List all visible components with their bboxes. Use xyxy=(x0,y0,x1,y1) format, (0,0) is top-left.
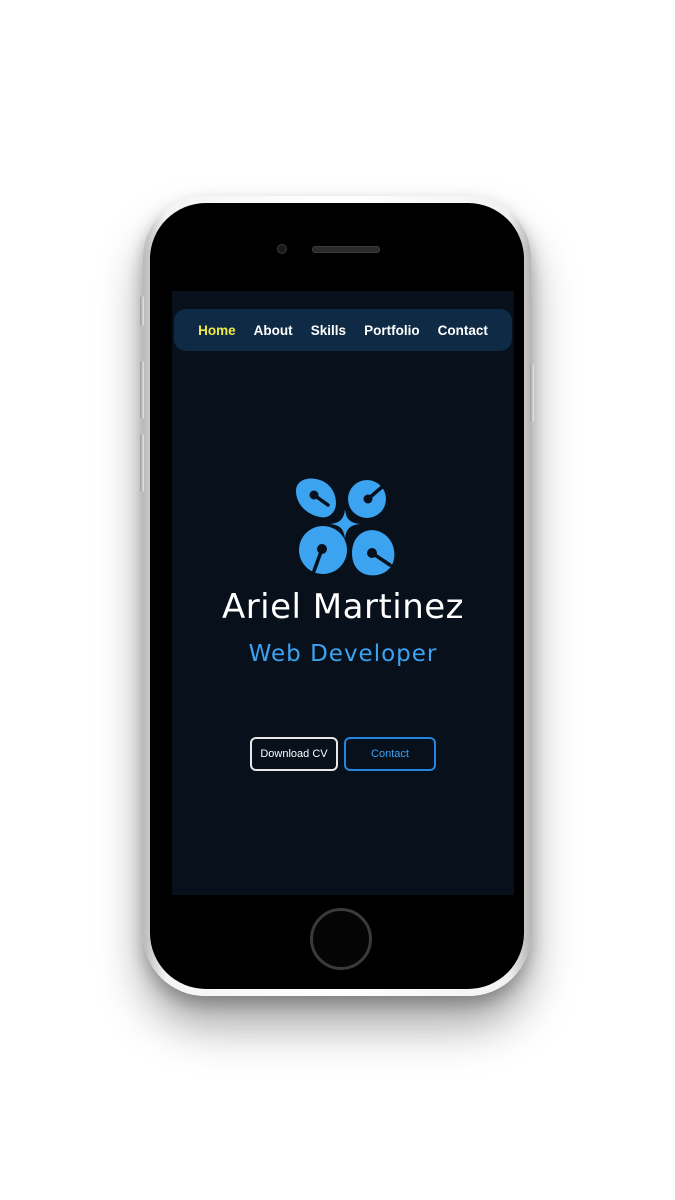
phone-bezel: Home About Skills Portfolio Contact Arie… xyxy=(150,203,524,989)
volume-up-button xyxy=(140,361,144,419)
contact-button[interactable]: Contact xyxy=(344,737,436,771)
nav-contact[interactable]: Contact xyxy=(438,323,488,338)
hero-role: Web Developer xyxy=(248,641,438,667)
hero-actions: Download CV Contact xyxy=(172,737,514,771)
download-cv-button[interactable]: Download CV xyxy=(250,737,338,771)
front-camera-icon xyxy=(277,244,287,254)
mute-switch xyxy=(140,296,144,326)
power-button xyxy=(530,364,534,422)
nav-portfolio[interactable]: Portfolio xyxy=(364,323,420,338)
earpiece-speaker xyxy=(312,246,380,253)
home-button[interactable] xyxy=(310,908,372,970)
phone-screen: Home About Skills Portfolio Contact Arie… xyxy=(172,291,514,895)
nav-about[interactable]: About xyxy=(254,323,293,338)
four-petal-circuit-logo-icon xyxy=(296,478,395,576)
phone-frame: Home About Skills Portfolio Contact Arie… xyxy=(140,196,534,996)
nav-home[interactable]: Home xyxy=(198,323,236,338)
nav-skills[interactable]: Skills xyxy=(311,323,346,338)
top-navbar: Home About Skills Portfolio Contact xyxy=(174,309,512,351)
volume-down-button xyxy=(140,434,144,492)
device-mockup-stage: Home About Skills Portfolio Contact Arie… xyxy=(0,0,675,1200)
hero-name: Ariel Martinez xyxy=(221,587,465,627)
